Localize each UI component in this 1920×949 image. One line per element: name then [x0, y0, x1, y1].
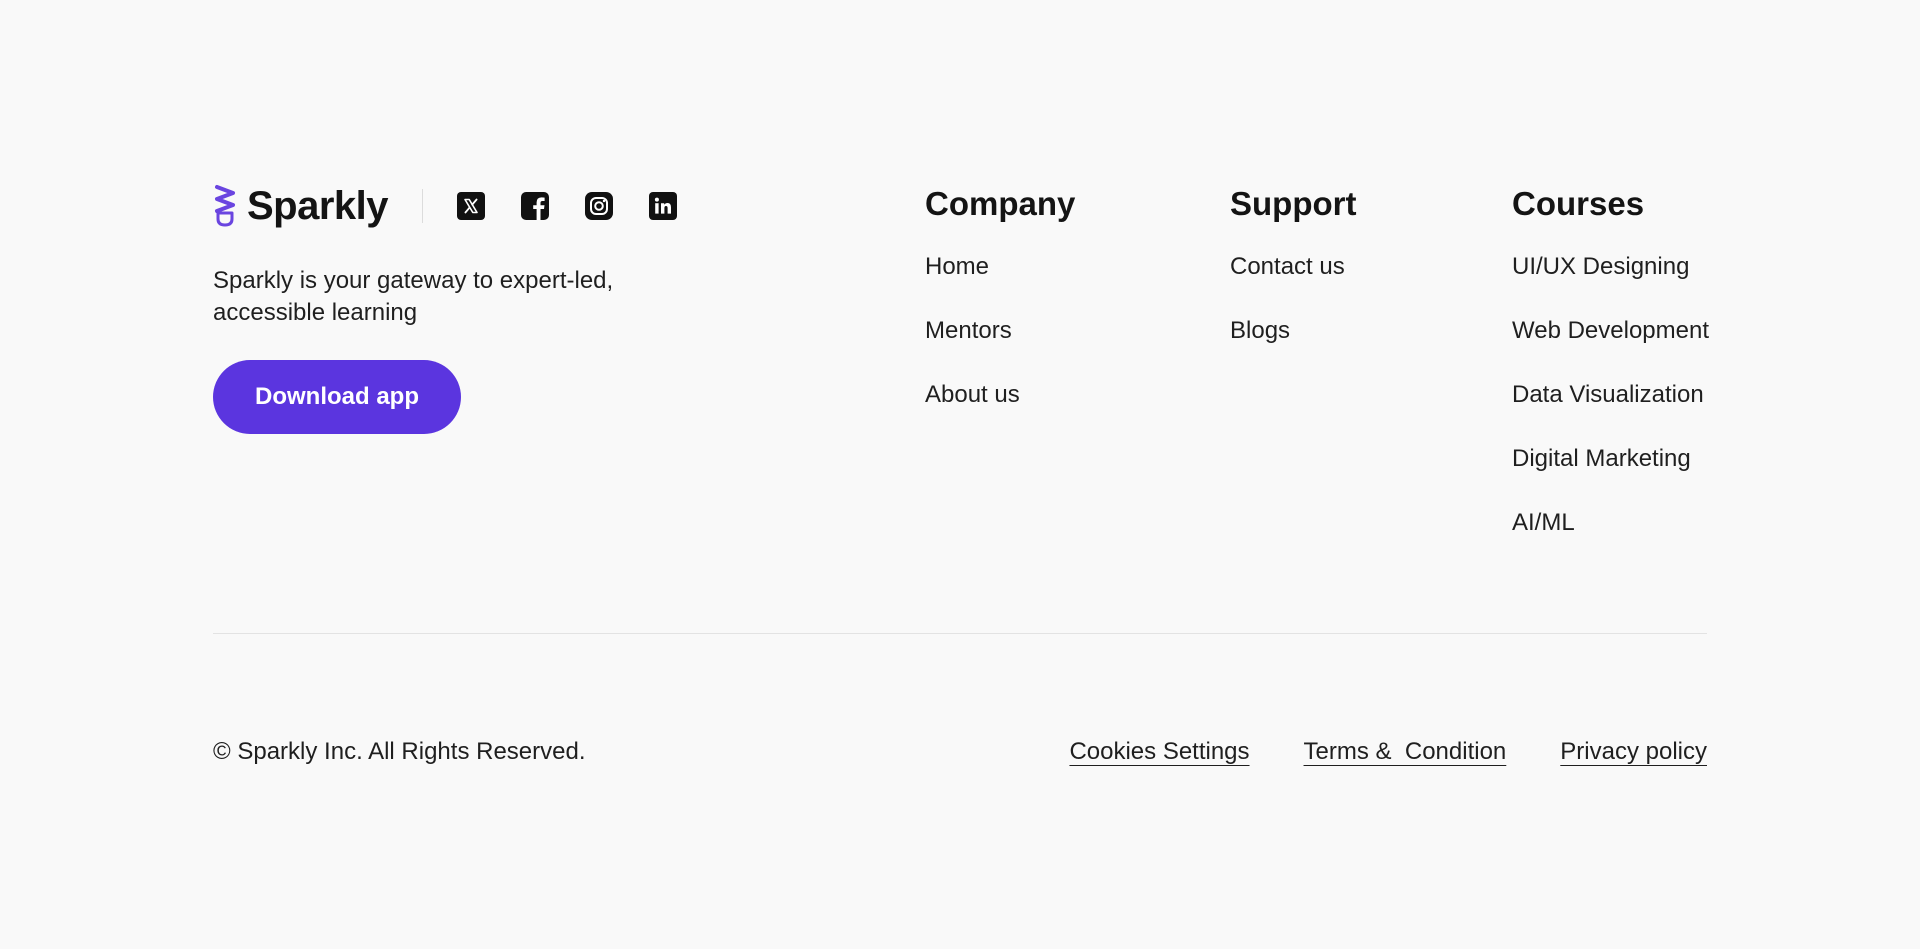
- list-item: Digital Marketing: [1512, 439, 1709, 503]
- instagram-icon[interactable]: [585, 192, 614, 220]
- courses-column: Courses UI/UX Designing Web Development …: [1512, 184, 1709, 567]
- courses-heading: Courses: [1512, 185, 1645, 222]
- about-us-link[interactable]: About us: [925, 381, 1020, 408]
- legal-links: Cookies Settings Terms & Condition Priva…: [1069, 736, 1707, 768]
- download-app-button[interactable]: Download app: [213, 360, 461, 434]
- list-item: UI/UX Designing: [1512, 247, 1709, 311]
- company-heading: Company: [925, 185, 1076, 222]
- privacy-policy-link[interactable]: Privacy policy: [1560, 736, 1707, 768]
- copyright-text: © Sparkly Inc. All Rights Reserved.: [213, 738, 586, 765]
- list-item: Blogs: [1230, 311, 1356, 375]
- footer-divider: [213, 633, 1707, 634]
- mentors-link[interactable]: Mentors: [925, 317, 1012, 344]
- terms-condition-link[interactable]: Terms & Condition: [1304, 736, 1507, 768]
- list-item: Home: [925, 247, 1075, 311]
- list-item: Web Development: [1512, 311, 1709, 375]
- facebook-icon[interactable]: [521, 192, 550, 220]
- courses-links: UI/UX Designing Web Development Data Vis…: [1512, 247, 1709, 567]
- ai-ml-link[interactable]: AI/ML: [1512, 509, 1575, 536]
- x-twitter-icon[interactable]: [457, 192, 486, 220]
- linkedin-icon[interactable]: [649, 192, 678, 220]
- support-heading: Support: [1230, 185, 1357, 222]
- social-links: [457, 192, 678, 220]
- brand-name: Sparkly: [247, 184, 389, 228]
- brand-row: Sparkly: [213, 184, 678, 228]
- list-item: Mentors: [925, 311, 1075, 375]
- company-column: Company Home Mentors About us: [925, 184, 1075, 439]
- company-links: Home Mentors About us: [925, 247, 1075, 439]
- blogs-link[interactable]: Blogs: [1230, 317, 1290, 344]
- cookies-settings-link[interactable]: Cookies Settings: [1069, 736, 1249, 768]
- web-development-link[interactable]: Web Development: [1512, 317, 1709, 344]
- home-link[interactable]: Home: [925, 253, 989, 280]
- digital-marketing-link[interactable]: Digital Marketing: [1512, 445, 1691, 472]
- data-visualization-link[interactable]: Data Visualization: [1512, 381, 1704, 408]
- logo[interactable]: Sparkly: [213, 184, 389, 228]
- list-item: About us: [925, 375, 1075, 439]
- brand-tagline: Sparkly is your gateway to expert-led, a…: [213, 267, 614, 326]
- list-item: AI/ML: [1512, 503, 1709, 567]
- site-footer: Sparkly Sparkly is your gateway to exper…: [0, 0, 1920, 949]
- lightbulb-icon: [215, 185, 235, 227]
- support-links: Contact us Blogs: [1230, 247, 1356, 375]
- contact-us-link[interactable]: Contact us: [1230, 253, 1345, 280]
- vertical-divider: [422, 189, 424, 223]
- ui-ux-designing-link[interactable]: UI/UX Designing: [1512, 253, 1689, 280]
- support-column: Support Contact us Blogs: [1230, 184, 1356, 375]
- list-item: Contact us: [1230, 247, 1356, 311]
- list-item: Data Visualization: [1512, 375, 1709, 439]
